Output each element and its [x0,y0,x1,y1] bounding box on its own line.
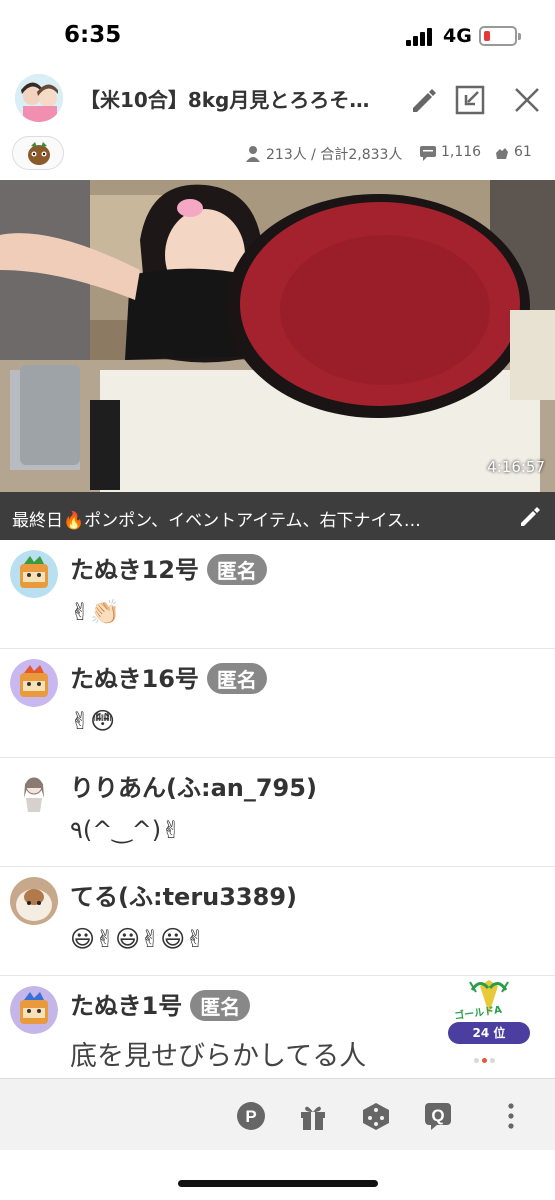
question-label: Q [431,1106,444,1125]
comment-text: ✌👏🏻 [70,598,120,626]
host-avatar[interactable] [15,74,63,122]
description-text: 最終日🔥ポンポン、イベントアイテム、右下ナイス… [12,511,421,531]
comment-item: りりあん(ふ:an_795) ٩(^‿^)✌ [0,758,555,867]
status-bar: 6:35 4G [0,0,555,70]
author-name: たぬき1号 [70,992,183,1020]
edit-description-icon[interactable] [518,504,542,528]
author-name: たぬき12号 [70,556,199,584]
stream-header: 【米10合】8kg月見とろろそ… [0,72,555,128]
stream-title[interactable]: 【米10合】8kg月見とろろそ… [80,84,390,113]
comment-text: ✌😳 [70,707,116,735]
rank-position: 24 位 [448,1022,530,1044]
question-icon[interactable]: Q [423,1101,453,1131]
comment-text: 😃✌😃✌😃✌ [70,925,206,953]
viewer-count: 213人 / 合計2,833人 [266,147,403,163]
anonymous-badge: 匿名 [206,553,267,585]
clap-icon [496,148,508,159]
rank-label: ゴールドA [453,1004,503,1023]
tanuki-avatar[interactable] [10,550,58,598]
comment-author: たぬき16号 匿名 [70,659,267,696]
tanuki-avatar[interactable] [10,659,58,707]
point-label: P [245,1107,256,1126]
video-frame [0,180,555,492]
comment-count: 1,116 [441,144,482,160]
clap-count: 61 [514,144,532,160]
dice-icon[interactable] [361,1101,391,1131]
user-avatar[interactable] [10,768,58,816]
gift-icon[interactable] [298,1101,328,1131]
battery-icon [479,26,521,46]
video-timestamp: 4:16:57 [487,458,545,476]
comment-item: たぬき16号 匿名 ✌😳 [0,649,555,758]
author-name: たぬき16号 [70,665,199,693]
network-type: 4G [443,25,472,47]
tanuki-button[interactable] [12,136,64,170]
bottom-toolbar: P Q [0,1078,555,1150]
comment-author: りりあん(ふ:an_795) [70,774,317,802]
comment-text: 底を見せびらかしてる人 [70,1041,367,1072]
home-indicator[interactable] [178,1180,378,1187]
viewers-icon [246,146,260,162]
comment-author: てる(ふ:teru3389) [70,883,298,911]
rank-widget[interactable]: ゴールドA 24 位 [444,976,532,1063]
signal-icon [406,28,436,46]
anonymous-badge: 匿名 [190,989,251,1021]
comment-icon [420,146,436,161]
edit-icon[interactable] [407,84,439,116]
tanuki-avatar[interactable] [10,986,58,1034]
point-icon[interactable]: P [236,1101,266,1131]
status-time: 6:35 [64,22,122,48]
comment-author: たぬき12号 匿名 [70,550,267,587]
video-player[interactable]: 4:16:57 [0,180,555,492]
user-avatar[interactable] [10,877,58,925]
description-bar[interactable]: 最終日🔥ポンポン、イベントアイテム、右下ナイス… [0,492,555,540]
comment-author: たぬき1号 匿名 [70,986,251,1023]
comment-text: ٩(^‿^)✌ [70,816,182,844]
anonymous-badge: 匿名 [206,662,267,694]
comment-item: たぬき12号 匿名 ✌👏🏻 [0,540,555,649]
carousel-dots [474,1048,498,1067]
minimize-window-icon[interactable] [454,84,486,116]
more-options-icon[interactable] [496,1101,526,1131]
comment-item: てる(ふ:teru3389) 😃✌😃✌😃✌ [0,867,555,976]
close-icon[interactable] [511,84,543,116]
stream-stats: 213人 / 合計2,833人 1,116 61 [0,136,555,172]
